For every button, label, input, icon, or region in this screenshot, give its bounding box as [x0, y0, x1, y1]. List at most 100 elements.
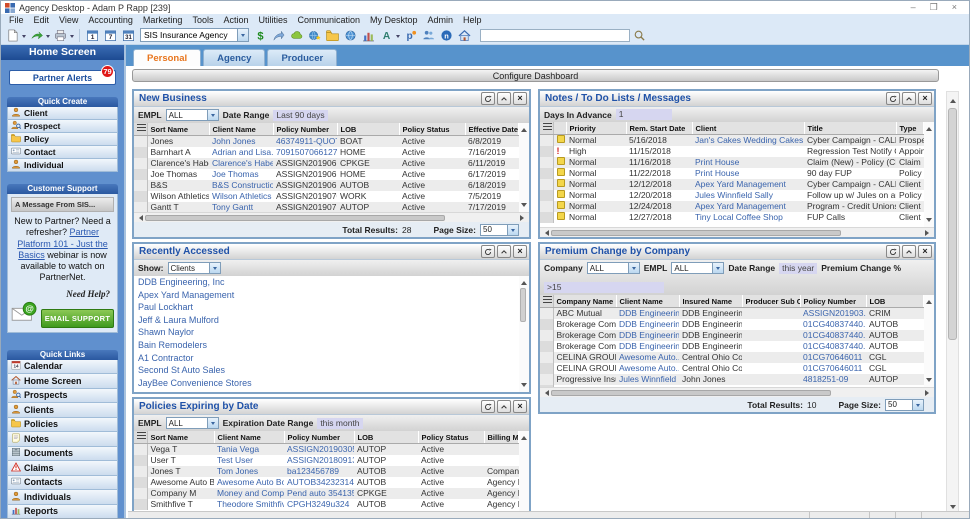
minimize-button[interactable]: –	[911, 2, 916, 13]
cell[interactable]: 01CG40837440...	[800, 319, 866, 330]
date-range-value[interactable]: this year	[779, 263, 817, 274]
cell[interactable]: Theodore Smithfive	[214, 499, 284, 510]
search-icon[interactable]	[631, 27, 648, 43]
recently-accessed-item[interactable]: DDB Engineering, Inc	[134, 276, 529, 289]
font-icon[interactable]: A	[378, 27, 395, 43]
column-header-title[interactable]: Title	[804, 122, 896, 135]
collapse-icon[interactable]	[497, 400, 511, 413]
column-menu-icon[interactable]	[137, 432, 146, 440]
cell[interactable]: Test User	[214, 455, 284, 466]
table-row[interactable]: Progressive Insu...Jules WinnfieldJohn J…	[540, 374, 924, 385]
cell[interactable]: 01CG40837440...	[800, 341, 866, 352]
column-header-policy-status[interactable]: Policy Status	[418, 431, 484, 444]
globe-icon[interactable]	[342, 27, 359, 43]
table-row[interactable]: Normal11/16/2018Print HouseClaim (New) -…	[540, 157, 924, 168]
cell[interactable]: Apex Yard Management	[692, 201, 804, 212]
sidebar-item-calendar[interactable]: 14Calendar	[7, 360, 118, 375]
column-header-client[interactable]: Client	[692, 122, 804, 135]
cell[interactable]: XYZ Paints	[616, 385, 679, 388]
cell[interactable]: Clarence's Haber...	[209, 158, 273, 169]
tab-personal[interactable]: Personal	[133, 49, 201, 66]
date-range-value[interactable]: this month	[317, 418, 362, 429]
share-icon[interactable]	[270, 27, 287, 43]
table-row[interactable]: Jones TTom Jonesba123456789AUTOBActiveCo…	[134, 466, 519, 477]
page-size-select[interactable]: 50	[480, 224, 519, 236]
dashboard-scrollbar[interactable]	[946, 91, 959, 517]
menu-edit[interactable]: Edit	[29, 15, 55, 25]
recently-accessed-item[interactable]: Apex Yard Management	[134, 289, 529, 302]
quick-create-policy[interactable]: Policy	[7, 133, 118, 146]
font-dropdown-icon[interactable]	[396, 35, 400, 40]
table-row[interactable]: JonesJohn Jones46374911-QUOTEBOATActive6…	[134, 136, 519, 147]
cell[interactable]: Awesome Auto...	[616, 363, 679, 374]
cell[interactable]: John Jones	[209, 136, 273, 147]
cell[interactable]: Jules Winnfield	[616, 374, 679, 385]
cell[interactable]: Print House	[692, 168, 804, 179]
cell[interactable]: DDB Engineerin...	[616, 308, 679, 319]
recently-accessed-item[interactable]: Bain Remodelers	[134, 339, 529, 352]
collapse-icon[interactable]	[902, 245, 916, 258]
quick-create-client[interactable]: Client	[7, 107, 118, 120]
table-row[interactable]: Company MMoney and Comp...Pend auto 3541…	[134, 488, 519, 499]
cell[interactable]: AUTOB3423231435	[284, 477, 354, 488]
table-row[interactable]: Clarence's Haber...Clarence's Haber...AS…	[134, 158, 519, 169]
cell[interactable]: Print House	[692, 157, 804, 168]
cell[interactable]: Jules Winnfield Sally	[692, 190, 804, 201]
vertical-scrollbar[interactable]	[519, 123, 529, 212]
table-row[interactable]: User TTest UserASSIGN20180913...AUTOPAct…	[134, 455, 519, 466]
collapse-icon[interactable]	[497, 92, 511, 105]
column-header-client-name[interactable]: Client Name	[616, 295, 679, 308]
table-row[interactable]: ABC MutualDDB Engineerin...DDB Engineeri…	[540, 308, 924, 319]
sidebar-item-reports[interactable]: Reports	[7, 505, 118, 519]
column-menu-icon[interactable]	[543, 296, 552, 304]
close-icon[interactable]: ×	[513, 400, 527, 413]
column-header-client-name[interactable]: Client Name	[214, 431, 284, 444]
premium-change-value[interactable]: >15	[544, 282, 664, 293]
table-row[interactable]: Normal5/16/2018Jan's Cakes Wedding Cakes…	[540, 135, 924, 146]
horizontal-scrollbar[interactable]	[540, 387, 934, 397]
table-row[interactable]: Normal11/22/2018Print House90 day FUPPol…	[540, 168, 924, 179]
menu-marketing[interactable]: Marketing	[138, 15, 188, 25]
column-header-policy-status[interactable]: Policy Status	[399, 123, 465, 136]
column-menu-icon[interactable]	[543, 123, 552, 131]
menu-action[interactable]: Action	[218, 15, 253, 25]
table-row[interactable]: !High11/15/2018Regression Test Notify Ot…	[540, 146, 924, 157]
close-icon[interactable]: ×	[918, 92, 932, 105]
company-select[interactable]: ALL	[587, 262, 640, 274]
table-row[interactable]: Awesome Auto BodyAwesome Auto BodyAUTOB3…	[134, 477, 519, 488]
vertical-scrollbar[interactable]	[924, 295, 934, 387]
horizontal-scrollbar[interactable]	[540, 227, 934, 237]
menu-utilities[interactable]: Utilities	[253, 15, 292, 25]
cell[interactable]: DDB Engineerin...	[616, 330, 679, 341]
table-row[interactable]: Brokerage Comp...DDB Engineerin...DDB En…	[540, 319, 924, 330]
menu-admin[interactable]: Admin	[423, 15, 459, 25]
date-range-value[interactable]: Last 90 days	[273, 110, 327, 121]
table-row[interactable]: B&SB&S ConstructionASSIGN2019061...AUTOB…	[134, 180, 519, 191]
agency-select[interactable]: SIS Insurance Agency	[140, 28, 249, 42]
column-header-policy-number[interactable]: Policy Number	[284, 431, 354, 444]
cell[interactable]: 4818251-09	[800, 374, 866, 385]
cell[interactable]: 01CG40837440...	[800, 330, 866, 341]
cell[interactable]: Adrian and Lisa...	[209, 147, 273, 158]
close-button[interactable]: ×	[952, 2, 957, 13]
cell[interactable]: Tom Jones	[214, 466, 284, 477]
empl-select[interactable]: ALL	[166, 417, 219, 429]
column-header-lob[interactable]: LOB	[354, 431, 418, 444]
table-row[interactable]: Barnhart AAdrian and Lisa...709150706612…	[134, 147, 519, 158]
refresh-icon[interactable]	[481, 92, 495, 105]
recently-accessed-item[interactable]: A1 Contractor	[134, 352, 529, 365]
column-header-sort-name[interactable]: Sort Name	[147, 431, 214, 444]
table-row[interactable]: Wilson AthleticsWilson AthleticsASSIGN20…	[134, 191, 519, 202]
maximize-button[interactable]: ❒	[930, 2, 938, 13]
cell[interactable]: Tony Gantt	[209, 202, 273, 213]
column-header-insured-name[interactable]: Insured Name	[679, 295, 742, 308]
refresh-icon[interactable]	[481, 245, 495, 258]
table-row[interactable]: Vega TTania VegaASSIGN20190305...AUTOPAc…	[134, 444, 519, 455]
sidebar-item-home-screen[interactable]: Home Screen	[7, 374, 118, 389]
horizontal-scrollbar[interactable]	[134, 212, 529, 222]
cell[interactable]: B&S Construction	[209, 180, 273, 191]
partnernet-icon[interactable]: p	[402, 27, 419, 43]
cell[interactable]: Jan's Cakes Wedding Cakes and...	[692, 135, 804, 146]
search-input[interactable]	[480, 29, 630, 42]
sidebar-item-contacts[interactable]: Contacts	[7, 476, 118, 491]
